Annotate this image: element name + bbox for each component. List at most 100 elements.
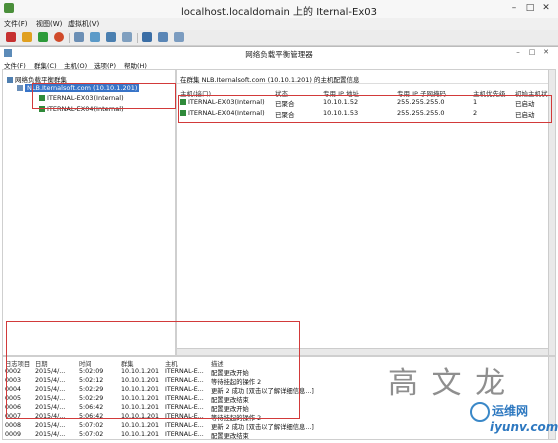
priority-cell: 2 [473,109,478,117]
log-time: 5:06:42 [79,413,104,420]
nlb-minimize-icon[interactable]: – [512,48,524,58]
log-desc: 配置更改开始 [211,370,249,377]
log-desc: 配置更改结束 [211,433,249,440]
log-desc: 更新 2 成功 [双击以了解详细信息...] [211,424,314,431]
log-host: ITERNAL-E... [165,368,204,375]
status-cell: 已聚合 [275,111,295,119]
tree-root[interactable]: 网络负载平衡群集 [7,74,67,84]
log-date: 2015/4/... [35,395,66,402]
menu-view[interactable]: 视图(W) [36,19,62,29]
host-converged-icon [39,106,45,112]
maximize-icon[interactable]: □ [522,2,538,14]
ip-cell: 10.10.1.53 [323,109,359,117]
tree-host-ex04[interactable]: ITERNAL-EX04(Internal) [39,105,124,113]
host-converged-icon [39,95,45,101]
log-cluster: 10.10.1.201 [121,422,160,429]
close-icon[interactable]: ✕ [538,2,554,14]
initial-state-cell: 已启动 [515,100,535,108]
tree-host-label: ITERNAL-EX03(Internal) [47,94,124,102]
col-subnet[interactable]: 专用 IP 子网掩码 [397,88,446,98]
log-time: 5:02:29 [79,395,104,402]
log-time: 5:07:02 [79,431,104,438]
log-cluster: 10.10.1.201 [121,368,160,375]
log-desc: 等待挂起的操作 2 [211,379,262,386]
play-icon[interactable] [38,32,48,42]
fullscreen-icon[interactable] [158,32,168,42]
log-col-entry[interactable]: 日志项目 [5,359,30,368]
nlb-maximize-icon[interactable]: □ [526,48,538,58]
log-cluster: 10.10.1.201 [121,377,160,384]
vm-title-bar: localhost.localdomain 上的 Iternal-Ex03 – … [0,0,558,19]
cluster-tree-pane: 网络负载平衡群集 NLB.Iternalsoft.com (10.10.1.20… [2,69,176,356]
log-col-date[interactable]: 日期 [35,359,48,368]
log-entry: 0004 [5,386,22,393]
col-host[interactable]: 主机(接口) [180,88,211,98]
log-desc: 更新 2 成功 [双击以了解详细信息...] [211,388,314,395]
logo-en-text: iyunv.com [490,420,558,434]
log-date: 2015/4/... [35,431,66,438]
toolbar-separator [137,33,138,43]
host-status-icon [180,110,186,116]
details-vscrollbar[interactable] [548,70,555,355]
log-host: ITERNAL-E... [165,431,204,438]
col-status[interactable]: 状态 [275,88,288,98]
log-col-time[interactable]: 时间 [79,359,92,368]
log-host: ITERNAL-E... [165,404,204,411]
log-col-cluster[interactable]: 群集 [121,359,134,368]
settings-icon[interactable] [122,32,132,42]
log-date: 2015/4/... [35,368,66,375]
log-col-desc[interactable]: 描述 [211,359,224,368]
details-hscrollbar[interactable] [177,348,548,355]
host-cell: ITERNAL-EX04(Internal) [180,109,265,117]
network-icon[interactable] [174,32,184,42]
ip-cell: 10.10.1.52 [323,98,359,106]
refresh-icon[interactable] [54,32,64,42]
log-entry: 0002 [5,368,22,375]
status-cell: 已聚合 [275,100,295,108]
details-divider [177,83,555,84]
host-details-pane: 在群集 NLB.Iternalsoft.com (10.10.1.201) 的主… [176,69,556,356]
log-entry: 0009 [5,431,22,438]
log-desc: 配置更改结束 [211,397,249,404]
minimize-icon[interactable]: – [506,2,522,14]
menu-vm[interactable]: 虚拟机(V) [68,19,99,29]
send-keys-icon[interactable] [142,32,152,42]
log-entry: 0006 [5,404,22,411]
nlb-close-icon[interactable]: ✕ [540,48,552,58]
subnet-cell: 255.255.255.0 [397,109,445,117]
logo-circle-icon [470,402,490,422]
log-col-host[interactable]: 主机 [165,359,178,368]
menu-file[interactable]: 文件(F) [4,19,28,29]
host-status-icon [180,99,186,105]
tree-root-label: 网络负载平衡群集 [15,76,67,84]
col-ip[interactable]: 专用 IP 地址 [323,88,359,98]
col-priority[interactable]: 主机优先级 [473,88,506,98]
priority-cell: 1 [473,98,478,106]
initial-state-cell: 已启动 [515,111,535,119]
stop-icon[interactable] [6,32,16,42]
log-cluster: 10.10.1.201 [121,386,160,393]
log-cluster: 10.10.1.201 [121,395,160,402]
tree-cluster-node[interactable]: NLB.Iternalsoft.com (10.10.1.201) [17,84,140,92]
log-time: 5:02:29 [79,386,104,393]
manage-snapshot-icon[interactable] [106,32,116,42]
pause-icon[interactable] [22,32,32,42]
log-time: 5:02:12 [79,377,104,384]
log-entry: 0007 [5,413,22,420]
log-time: 5:07:02 [79,422,104,429]
revert-icon[interactable] [90,32,100,42]
nlb-menubar: 文件(F) 群集(C) 主机(O) 选项(P) 帮助(H) [0,59,558,70]
log-host: ITERNAL-E... [165,413,204,420]
iyunv-logo: 运维网 iyunv.com [470,400,558,440]
log-host: ITERNAL-E... [165,422,204,429]
log-cluster: 10.10.1.201 [121,404,160,411]
logo-cn-text: 运维网 [492,404,529,418]
log-time: 5:06:42 [79,404,104,411]
tree-host-label: ITERNAL-EX04(Internal) [47,105,124,113]
log-entry: 0003 [5,377,22,384]
subnet-cell: 255.255.255.0 [397,98,445,106]
tree-host-ex03[interactable]: ITERNAL-EX03(Internal) [39,94,124,102]
snapshot-icon[interactable] [74,32,84,42]
log-date: 2015/4/... [35,404,66,411]
log-time: 5:02:09 [79,368,104,375]
